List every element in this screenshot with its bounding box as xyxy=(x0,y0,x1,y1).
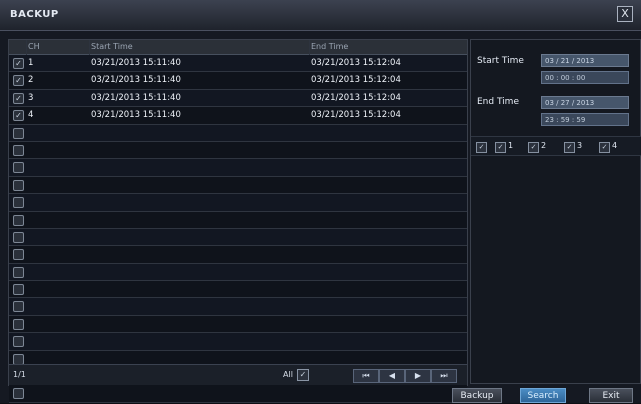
row-checkbox[interactable] xyxy=(13,162,24,174)
start-time-field[interactable]: 00 : 00 : 00 xyxy=(541,71,629,84)
table-row[interactable]: ✓ 3 03/21/2013 15:11:40 03/21/2013 15:12:04 xyxy=(9,89,467,108)
page-indicator: 1/1 xyxy=(13,370,26,379)
table-row[interactable] xyxy=(9,194,467,212)
end-time-label: End Time xyxy=(477,97,519,107)
row-checkbox[interactable] xyxy=(13,214,24,226)
channel-all-checkbox[interactable]: ✓ xyxy=(476,141,489,153)
channel-checkbox[interactable]: ✓ 2 xyxy=(528,141,546,153)
row-end-time: 03/21/2013 15:12:04 xyxy=(311,58,401,68)
channel-checkbox[interactable]: ✓ 4 xyxy=(599,141,617,153)
table-row[interactable] xyxy=(9,333,467,351)
row-channel: 2 xyxy=(28,75,34,86)
row-start-time: 03/21/2013 15:11:40 xyxy=(91,92,181,103)
table-row[interactable] xyxy=(9,124,467,142)
first-page-button[interactable]: ⏮ xyxy=(353,369,379,383)
column-header-start-time: Start Time xyxy=(91,42,133,51)
select-all-checkbox[interactable]: ✓ xyxy=(297,369,309,381)
row-checkbox[interactable] xyxy=(13,284,24,296)
checkbox-icon: ✓ xyxy=(599,142,610,153)
row-channel: 4 xyxy=(28,110,34,121)
table-row[interactable]: ✓ 2 03/21/2013 15:11:40 03/21/2013 15:12:04 xyxy=(9,72,467,90)
checkbox-icon: ✓ xyxy=(495,142,506,153)
backup-table-panel: CH Start Time End Time ✓ 1 03/21/2013 15:1… xyxy=(8,39,468,403)
last-page-button[interactable]: ⏭ xyxy=(431,369,457,383)
row-checkbox[interactable] xyxy=(13,388,24,400)
search-button[interactable]: Search xyxy=(520,388,566,403)
table-rows: ✓ 1 03/21/2013 15:11:40 03/21/2013 15:12:04… xyxy=(9,55,467,403)
row-checkbox[interactable]: ✓ xyxy=(13,58,24,69)
end-date-field[interactable]: 03 / 27 / 2013 xyxy=(541,96,629,109)
row-checkbox[interactable]: ✓ xyxy=(13,92,24,104)
channel-checkbox[interactable]: ✓ 3 xyxy=(564,141,582,153)
start-date-field[interactable]: 03 / 21 / 2013 xyxy=(541,54,629,67)
backup-button[interactable]: Backup xyxy=(452,388,502,403)
table-row[interactable] xyxy=(9,315,467,334)
table-row[interactable] xyxy=(9,298,467,316)
table-row[interactable]: ✓ 4 03/21/2013 15:11:40 03/21/2013 15:12:04 xyxy=(9,107,467,125)
row-checkbox[interactable] xyxy=(13,266,24,278)
row-checkbox[interactable]: ✓ xyxy=(13,75,24,87)
channel-label: 2 xyxy=(541,141,547,150)
column-header-ch: CH xyxy=(28,42,40,51)
row-start-time: 03/21/2013 15:11:40 xyxy=(91,75,181,86)
table-row[interactable] xyxy=(9,159,467,177)
channel-label: 4 xyxy=(612,141,618,150)
table-row[interactable] xyxy=(9,176,467,195)
row-channel: 3 xyxy=(28,92,34,103)
window-title: BACKUP xyxy=(10,9,59,20)
exit-button[interactable]: Exit xyxy=(589,388,633,403)
table-footer: 1/1 All ✓ ⏮ ◀ ▶ ⏭ xyxy=(9,364,467,385)
row-end-time: 03/21/2013 15:12:04 xyxy=(311,75,401,86)
row-checkbox[interactable] xyxy=(13,144,24,156)
table-row[interactable] xyxy=(9,211,467,229)
table-row[interactable] xyxy=(9,246,467,264)
backup-window: BACKUP X CH Start Time End Time ✓ 1 03/21/… xyxy=(0,0,641,403)
row-start-time: 03/21/2013 15:11:40 xyxy=(91,110,181,121)
row-end-time: 03/21/2013 15:12:04 xyxy=(311,110,401,121)
row-checkbox[interactable]: ✓ xyxy=(13,110,24,122)
row-start-time: 03/21/2013 15:11:40 xyxy=(91,58,181,68)
start-time-label: Start Time xyxy=(477,56,524,66)
checkbox-icon: ✓ xyxy=(476,142,487,153)
table-row[interactable] xyxy=(9,263,467,282)
checkbox-icon: ✓ xyxy=(564,142,575,153)
end-time-field[interactable]: 23 : 59 : 59 xyxy=(541,113,629,126)
channel-label: 1 xyxy=(508,141,514,150)
row-checkbox[interactable] xyxy=(13,179,24,191)
table-header: CH Start Time End Time xyxy=(9,40,467,55)
table-row[interactable] xyxy=(9,385,467,403)
checkbox-icon: ✓ xyxy=(528,142,539,153)
row-end-time: 03/21/2013 15:12:04 xyxy=(311,92,401,103)
previous-page-button[interactable]: ◀ xyxy=(379,369,405,383)
channel-label: 3 xyxy=(577,141,583,150)
table-row[interactable] xyxy=(9,141,467,160)
row-channel: 1 xyxy=(28,58,34,68)
row-checkbox[interactable] xyxy=(13,197,24,209)
row-checkbox[interactable] xyxy=(13,301,24,313)
select-all-label: All xyxy=(283,370,293,379)
channel-checkbox[interactable]: ✓ 1 xyxy=(495,141,513,153)
row-checkbox[interactable] xyxy=(13,127,24,139)
table-row[interactable]: ✓ 1 03/21/2013 15:11:40 03/21/2013 15:12:04 xyxy=(9,55,467,73)
row-checkbox[interactable] xyxy=(13,249,24,261)
title-bar: BACKUP X xyxy=(0,0,641,31)
channel-selector: ✓ ✓ 1 ✓ 2 ✓ 3 ✓ 4 xyxy=(471,136,641,156)
row-checkbox[interactable] xyxy=(13,231,24,243)
next-page-button[interactable]: ▶ xyxy=(405,369,431,383)
table-row[interactable] xyxy=(9,228,467,247)
row-checkbox[interactable] xyxy=(13,353,24,365)
column-header-end-time: End Time xyxy=(311,42,349,51)
table-row[interactable] xyxy=(9,281,467,299)
search-filter-panel: Start Time 03 / 21 / 2013 00 : 00 : 00 E… xyxy=(470,39,641,384)
row-checkbox[interactable] xyxy=(13,336,24,348)
close-button[interactable]: X xyxy=(617,6,633,22)
row-checkbox[interactable] xyxy=(13,318,24,330)
